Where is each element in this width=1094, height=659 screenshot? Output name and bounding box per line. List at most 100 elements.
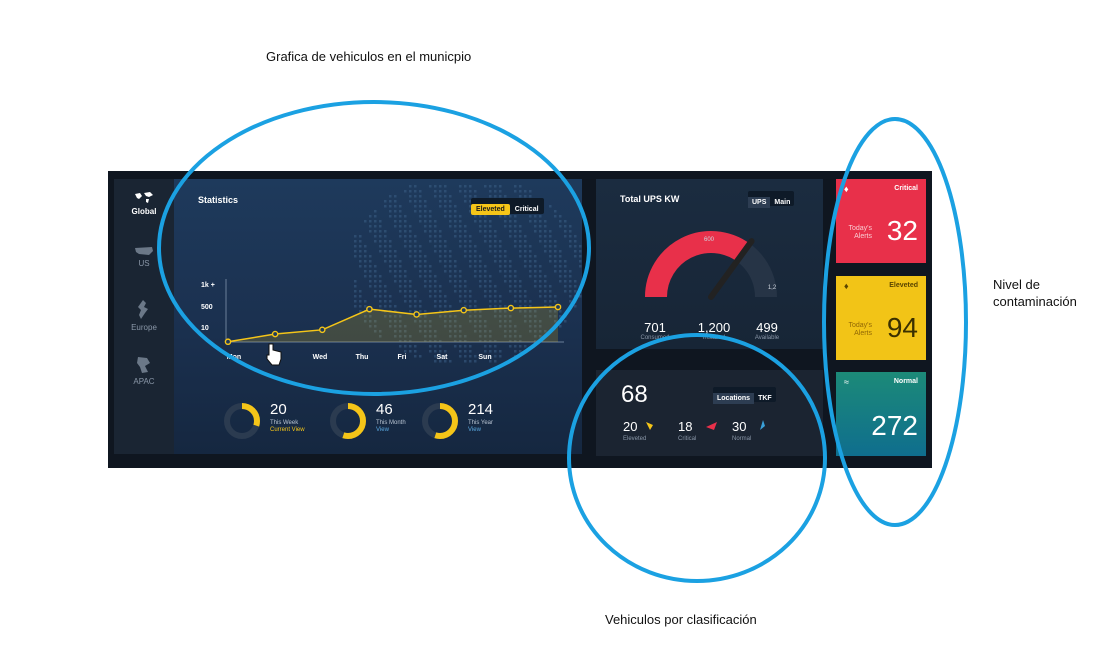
alert-subtitle-line1: Today's [848,225,872,232]
alert-status: Eleveted [889,282,918,289]
bell-icon: ♦ [844,184,849,194]
mini-label: Eleveted [623,436,647,442]
alert-value: 94 [886,312,918,343]
data-point[interactable] [366,305,373,313]
y-tick-label: 1k + [201,282,215,289]
x-tick-label: e [277,354,281,361]
locations-critical: 18 Critical [678,418,719,442]
stat-value: 499 [756,320,778,335]
apac-map-icon [137,357,150,373]
y-tick-label: 10 [201,325,209,332]
alert-subtitle-line2: Alerts [854,233,872,240]
bell-icon: ♦ [844,281,849,291]
alert-status: Critical [894,185,918,192]
stat-value: 701 [644,320,666,335]
locations-normal: 30 Normal [732,418,767,442]
alert-eleveted[interactable]: ♦ Eleveted Today's Alerts 94 [836,276,926,360]
alert-critical[interactable]: ♦ Critical Today's Alerts 32 [836,179,926,263]
y-tick-label: 500 [201,304,213,311]
ups-stat-installed: 1,200 Installed [689,320,739,341]
ups-panel: Total UPS KW UPS Main 600 1,2 701 Consume… [596,179,823,349]
annotation-pollution: Nivel de contaminación [993,276,1077,310]
alert-subtitle-line2: Alerts [854,330,872,337]
x-tick-label: Wed [313,354,328,361]
check-wave-icon: ≈ [844,377,849,387]
toggle-tkf[interactable]: TKF [754,393,776,404]
ups-stat-available: 499 Available [742,320,792,341]
summary-year[interactable]: 214 This Year View [420,401,550,446]
stat-label: Installed [702,335,726,341]
summary-link[interactable]: View [376,427,389,433]
nav-item-europe[interactable]: Europe [114,299,174,332]
gauge-tick-top: 600 [704,237,715,243]
x-tick-label: Fri [398,354,407,361]
summary-label: This Year [468,420,494,426]
annotation-chart-title: Grafica de vehiculos en el municpio [266,49,472,64]
locations-toggle: Locations TKF [713,387,776,404]
alert-status: Normal [893,378,918,385]
annotation-pollution-line1: Nivel de [993,277,1040,292]
x-tick-label: Thu [356,354,369,361]
locations-eleveted: 20 Eleveted [623,418,655,442]
annotation-classification: Vehiculos por clasificación [605,612,757,627]
data-point[interactable] [413,311,420,318]
mini-value: 30 [732,419,747,434]
nav-item-apac[interactable]: APAC [114,355,174,386]
eleveted-marker-icon [645,422,653,430]
toggle-locations[interactable]: Locations [713,393,755,404]
donut-year [422,403,458,439]
nav-item-label: Global [131,207,157,216]
critical-marker-icon [705,422,717,430]
stat-label: Available [754,335,780,341]
data-point[interactable] [318,326,326,334]
data-point[interactable] [271,330,279,338]
data-point[interactable] [224,338,232,346]
us-map-icon [135,247,153,255]
ups-stat-consumed: 701 Consumed [630,320,680,341]
data-point[interactable] [460,306,468,314]
summary-label: This Week [270,420,299,426]
alert-value: 32 [886,215,918,246]
dashboard-screenshot: Global US Europe APAC Statistics Elevete… [108,171,932,468]
data-point[interactable] [554,303,562,311]
nav-item-us[interactable]: US [114,245,174,268]
alert-value: 272 [871,410,918,441]
alert-subtitle: Today's Alerts [844,322,872,338]
donut-week [224,403,260,439]
summary-label: This Month [376,420,406,426]
nav-item-label: APAC [133,377,155,386]
summary-value: 46 [376,401,393,418]
data-point[interactable] [507,304,515,312]
x-tick-label: Mon [227,354,241,361]
nav-item-label: US [138,259,150,268]
summary-link[interactable]: Current View [270,427,305,433]
annotation-pollution-line2: contaminación [993,294,1077,309]
stat-label: Consumed [640,335,670,341]
locations-panel: 68 Locations TKF 20 Eleveted 18 Critical … [596,370,823,456]
normal-marker-icon [759,420,765,430]
mini-value: 20 [623,419,638,434]
vehicle-line-chart: 1k + 500 10 Mon e Wed Thu Fri Sat Sun [201,279,564,361]
region-nav: Global US Europe APAC [114,179,174,454]
mini-label: Normal [732,436,752,442]
statistics-panel: Statistics Eleveted Critical 1k +500 10 Mon… [174,179,582,454]
nav-item-label: Europe [131,323,157,332]
stat-value: 1,200 [697,320,731,335]
alert-subtitle-line1: Today's [848,322,872,329]
nav-item-global[interactable]: Global [114,191,174,216]
locations-total: 68 [621,381,648,408]
alert-subtitle: Today's Alerts [844,225,872,241]
europe-map-icon [138,300,148,319]
mini-value: 18 [678,419,693,434]
donut-month [330,403,366,439]
summary-value: 214 [468,401,494,418]
mini-label: Critical [678,436,697,442]
gauge-tick-right: 1,2 [768,285,777,291]
summary-value: 20 [270,401,287,418]
x-tick-label: Sat [437,354,449,361]
world-map-icon [135,192,153,203]
alert-normal[interactable]: ≈ Normal 272 [836,372,926,456]
ups-gauge: 600 1,2 [645,231,777,300]
x-tick-label: Sun [478,354,491,361]
summary-link[interactable]: View [468,427,481,433]
